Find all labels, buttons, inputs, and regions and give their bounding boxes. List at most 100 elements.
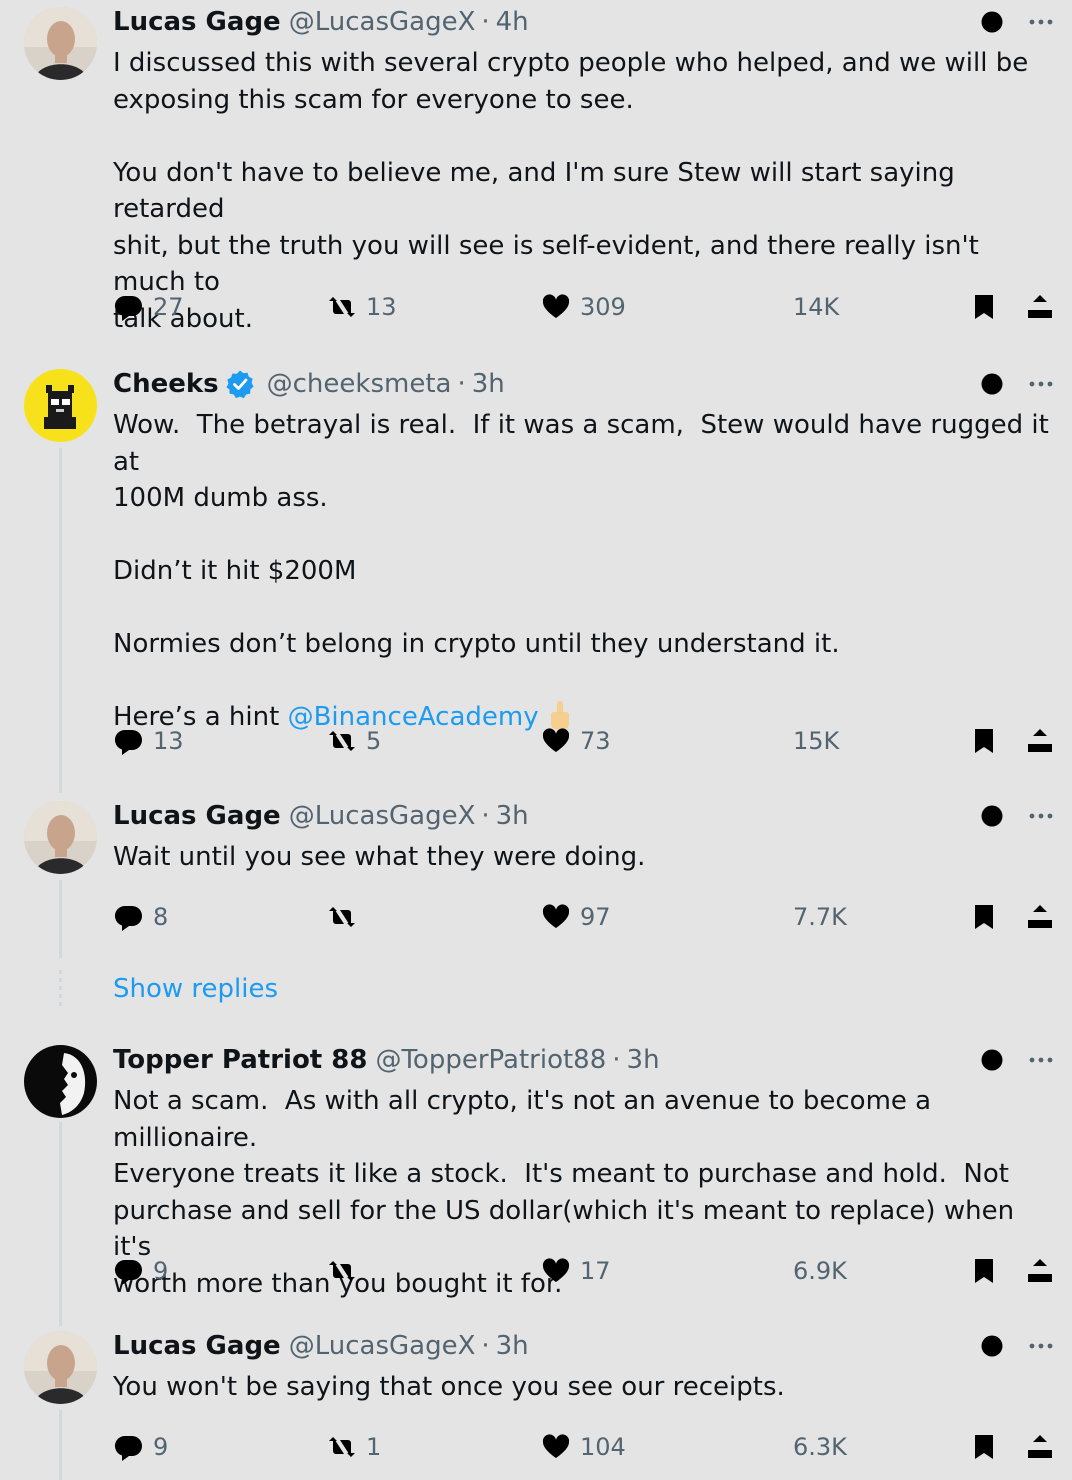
more-icon[interactable] <box>1026 7 1056 37</box>
grok-icon[interactable] <box>976 6 1008 38</box>
repost-count: 13 <box>366 293 397 321</box>
like-button[interactable]: 104 <box>540 1429 626 1465</box>
show-replies-link[interactable]: Show replies <box>113 972 278 1006</box>
repost-button[interactable]: 1 <box>326 1429 381 1465</box>
grok-icon[interactable] <box>976 1044 1008 1076</box>
like-button[interactable]: 309 <box>540 289 626 325</box>
like-count: 309 <box>580 293 626 321</box>
tweet-header: Lucas Gage @LucasGageX · 3h <box>113 801 529 831</box>
reply-icon <box>113 725 145 757</box>
repost-button[interactable]: 13 <box>326 289 397 325</box>
avatar-lucas-gage[interactable] <box>24 7 97 80</box>
display-name[interactable]: Cheeks <box>113 369 219 399</box>
share-icon[interactable] <box>1024 901 1056 933</box>
timestamp[interactable]: 3h <box>496 1331 529 1361</box>
reply-icon <box>113 291 145 323</box>
like-count: 17 <box>580 1257 611 1285</box>
reply-button[interactable]: 9 <box>113 1253 168 1289</box>
reply-count: 8 <box>153 903 169 931</box>
views-button[interactable]: 6.9K <box>753 1253 847 1289</box>
repost-icon <box>326 901 358 933</box>
like-icon <box>540 901 572 933</box>
tweet-header: Lucas Gage @LucasGageX · 4h <box>113 7 529 37</box>
repost-count: 5 <box>366 727 382 755</box>
like-count: 97 <box>580 903 611 931</box>
tweet-header: Lucas Gage @LucasGageX · 3h <box>113 1331 529 1361</box>
views-count: 6.9K <box>793 1257 847 1285</box>
tweet: Topper Patriot 88 @TopperPatriot88 · 3h … <box>0 1045 1072 1305</box>
tweet: Lucas Gage @LucasGageX · 4h I discussed … <box>0 6 1072 334</box>
repost-button[interactable] <box>326 899 366 935</box>
action-bar: 8 97 7.7K <box>0 899 1072 935</box>
views-count: 14K <box>793 293 840 321</box>
views-count: 7.7K <box>793 903 847 931</box>
more-icon[interactable] <box>1026 1045 1056 1075</box>
like-icon <box>540 1431 572 1463</box>
avatar-lucas-gage[interactable] <box>24 1331 97 1404</box>
like-button[interactable]: 97 <box>540 899 611 935</box>
share-icon[interactable] <box>1024 1255 1056 1287</box>
display-name[interactable]: Lucas Gage <box>113 801 281 831</box>
share-icon[interactable] <box>1024 1431 1056 1463</box>
separator-dot: · <box>481 801 490 831</box>
timestamp[interactable]: 3h <box>496 801 529 831</box>
views-icon <box>753 291 785 323</box>
grok-icon[interactable] <box>976 368 1008 400</box>
views-button[interactable]: 6.3K <box>753 1429 847 1465</box>
action-bar: 13 5 73 15K <box>0 723 1072 759</box>
reply-button[interactable]: 13 <box>113 723 184 759</box>
views-icon <box>753 1431 785 1463</box>
like-button[interactable]: 73 <box>540 723 611 759</box>
user-handle[interactable]: @TopperPatriot88 <box>375 1045 606 1075</box>
grok-icon[interactable] <box>976 1330 1008 1362</box>
tweet-header: Cheeks @cheeksmeta · 3h <box>113 369 505 399</box>
views-button[interactable]: 15K <box>753 723 839 759</box>
repost-button[interactable]: 5 <box>326 723 381 759</box>
tweet-text: Wow. The betrayal is real. If it was a s… <box>113 407 1053 736</box>
repost-count: 1 <box>366 1433 382 1461</box>
bookmark-icon[interactable] <box>968 725 1000 757</box>
separator-dot: · <box>612 1045 621 1075</box>
user-handle[interactable]: @LucasGageX <box>289 801 476 831</box>
avatar-lucas-gage[interactable] <box>24 801 97 874</box>
share-icon[interactable] <box>1024 291 1056 323</box>
reply-button[interactable]: 8 <box>113 899 168 935</box>
like-button[interactable]: 17 <box>540 1253 611 1289</box>
tweet: Cheeks @cheeksmeta · 3h Wow. The betraya… <box>0 369 1072 769</box>
views-button[interactable]: 7.7K <box>753 899 847 935</box>
more-icon[interactable] <box>1026 1331 1056 1361</box>
repost-button[interactable] <box>326 1253 366 1289</box>
user-handle[interactable]: @LucasGageX <box>289 7 476 37</box>
grok-icon[interactable] <box>976 800 1008 832</box>
reply-button[interactable]: 9 <box>113 1429 168 1465</box>
action-bar: 27 13 309 14K <box>0 289 1072 325</box>
reply-button[interactable]: 27 <box>113 289 184 325</box>
views-button[interactable]: 14K <box>753 289 839 325</box>
more-icon[interactable] <box>1026 369 1056 399</box>
avatar-topper-patriot[interactable] <box>24 1045 97 1118</box>
timestamp[interactable]: 4h <box>496 7 529 37</box>
reply-icon <box>113 1431 145 1463</box>
like-icon <box>540 725 572 757</box>
reply-icon <box>113 1255 145 1287</box>
share-icon[interactable] <box>1024 725 1056 757</box>
user-handle[interactable]: @LucasGageX <box>289 1331 476 1361</box>
views-icon <box>753 725 785 757</box>
display-name[interactable]: Lucas Gage <box>113 7 281 37</box>
like-icon <box>540 291 572 323</box>
user-handle[interactable]: @cheeksmeta <box>267 369 452 399</box>
tweet-text: Wait until you see what they were doing. <box>113 842 646 872</box>
bookmark-icon[interactable] <box>968 901 1000 933</box>
thread-dotted-line <box>59 970 62 1006</box>
display-name[interactable]: Topper Patriot 88 <box>113 1045 367 1075</box>
action-bar: 9 1 104 6.3K <box>0 1429 1072 1465</box>
bookmark-icon[interactable] <box>968 1431 1000 1463</box>
timestamp[interactable]: 3h <box>627 1045 660 1075</box>
display-name[interactable]: Lucas Gage <box>113 1331 281 1361</box>
bookmark-icon[interactable] <box>968 291 1000 323</box>
bookmark-icon[interactable] <box>968 1255 1000 1287</box>
more-icon[interactable] <box>1026 801 1056 831</box>
avatar-cheeks[interactable] <box>24 369 97 442</box>
timestamp[interactable]: 3h <box>472 369 505 399</box>
verified-badge-icon <box>226 370 254 399</box>
